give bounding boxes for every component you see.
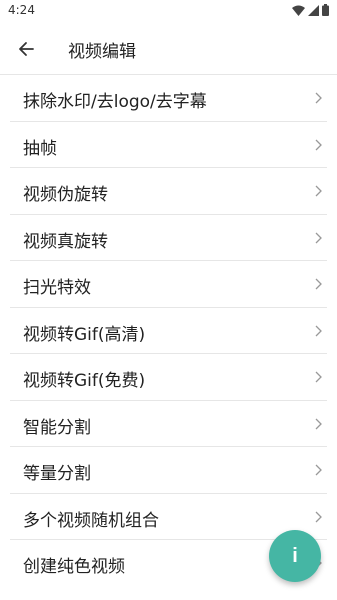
page-title: 视频编辑: [68, 42, 136, 62]
menu-item-label: 扫光特效: [23, 278, 91, 298]
chevron-right-icon: [315, 278, 322, 290]
menu-item-label: 视频伪旋转: [23, 185, 108, 205]
menu-item-remove-watermark[interactable]: 抹除水印/去logo/去字幕: [10, 75, 327, 122]
menu-item-label: 等量分割: [23, 464, 91, 484]
chevron-right-icon: [315, 464, 322, 476]
menu-item-extract-frames[interactable]: 抽帧: [10, 122, 327, 168]
info-icon: i: [292, 544, 298, 567]
menu-item-label: 多个视频随机组合: [23, 510, 159, 531]
chevron-right-icon: [315, 371, 322, 383]
menu-item-label: 抹除水印/去logo/去字幕: [23, 92, 207, 112]
battery-icon: [322, 4, 329, 16]
menu-item-label: 视频真旋转: [23, 231, 108, 252]
menu-list: 抹除水印/去logo/去字幕 抽帧 视频伪旋转 视频真旋转 扫光特效 视频转Gi…: [0, 75, 337, 587]
menu-item-smart-split[interactable]: 智能分割: [10, 401, 327, 447]
chevron-right-icon: [315, 92, 322, 104]
menu-item-label: 抽帧: [23, 138, 57, 159]
menu-item-gif-hd[interactable]: 视频转Gif(高清): [10, 308, 327, 354]
menu-item-pseudo-rotate[interactable]: 视频伪旋转: [10, 168, 327, 215]
menu-item-label: 视频转Gif(高清): [23, 324, 146, 345]
info-fab-button[interactable]: i: [269, 530, 321, 582]
chevron-right-icon: [315, 185, 322, 197]
menu-item-label: 视频转Gif(免费): [23, 371, 146, 391]
chevron-right-icon: [315, 325, 322, 336]
menu-item-label: 创建纯色视频: [23, 557, 125, 577]
menu-item-equal-split[interactable]: 等量分割: [10, 447, 327, 494]
arrow-left-icon: [19, 42, 34, 56]
wifi-icon: [292, 5, 305, 16]
chevron-right-icon: [315, 511, 322, 522]
chevron-right-icon: [315, 139, 322, 150]
app-bar: 视频编辑: [0, 24, 337, 74]
menu-item-label: 智能分割: [23, 417, 91, 438]
status-time: 4:24: [8, 3, 35, 17]
chevron-right-icon: [315, 418, 322, 429]
menu-item-random-combine[interactable]: 多个视频随机组合: [10, 494, 327, 540]
status-icons: [292, 4, 329, 16]
signal-icon: [308, 4, 319, 16]
menu-item-sweep-light[interactable]: 扫光特效: [10, 261, 327, 308]
back-button[interactable]: [10, 33, 42, 65]
status-bar: 4:24: [0, 0, 337, 24]
menu-item-true-rotate[interactable]: 视频真旋转: [10, 215, 327, 261]
menu-item-gif-free[interactable]: 视频转Gif(免费): [10, 354, 327, 401]
chevron-right-icon: [315, 232, 322, 243]
